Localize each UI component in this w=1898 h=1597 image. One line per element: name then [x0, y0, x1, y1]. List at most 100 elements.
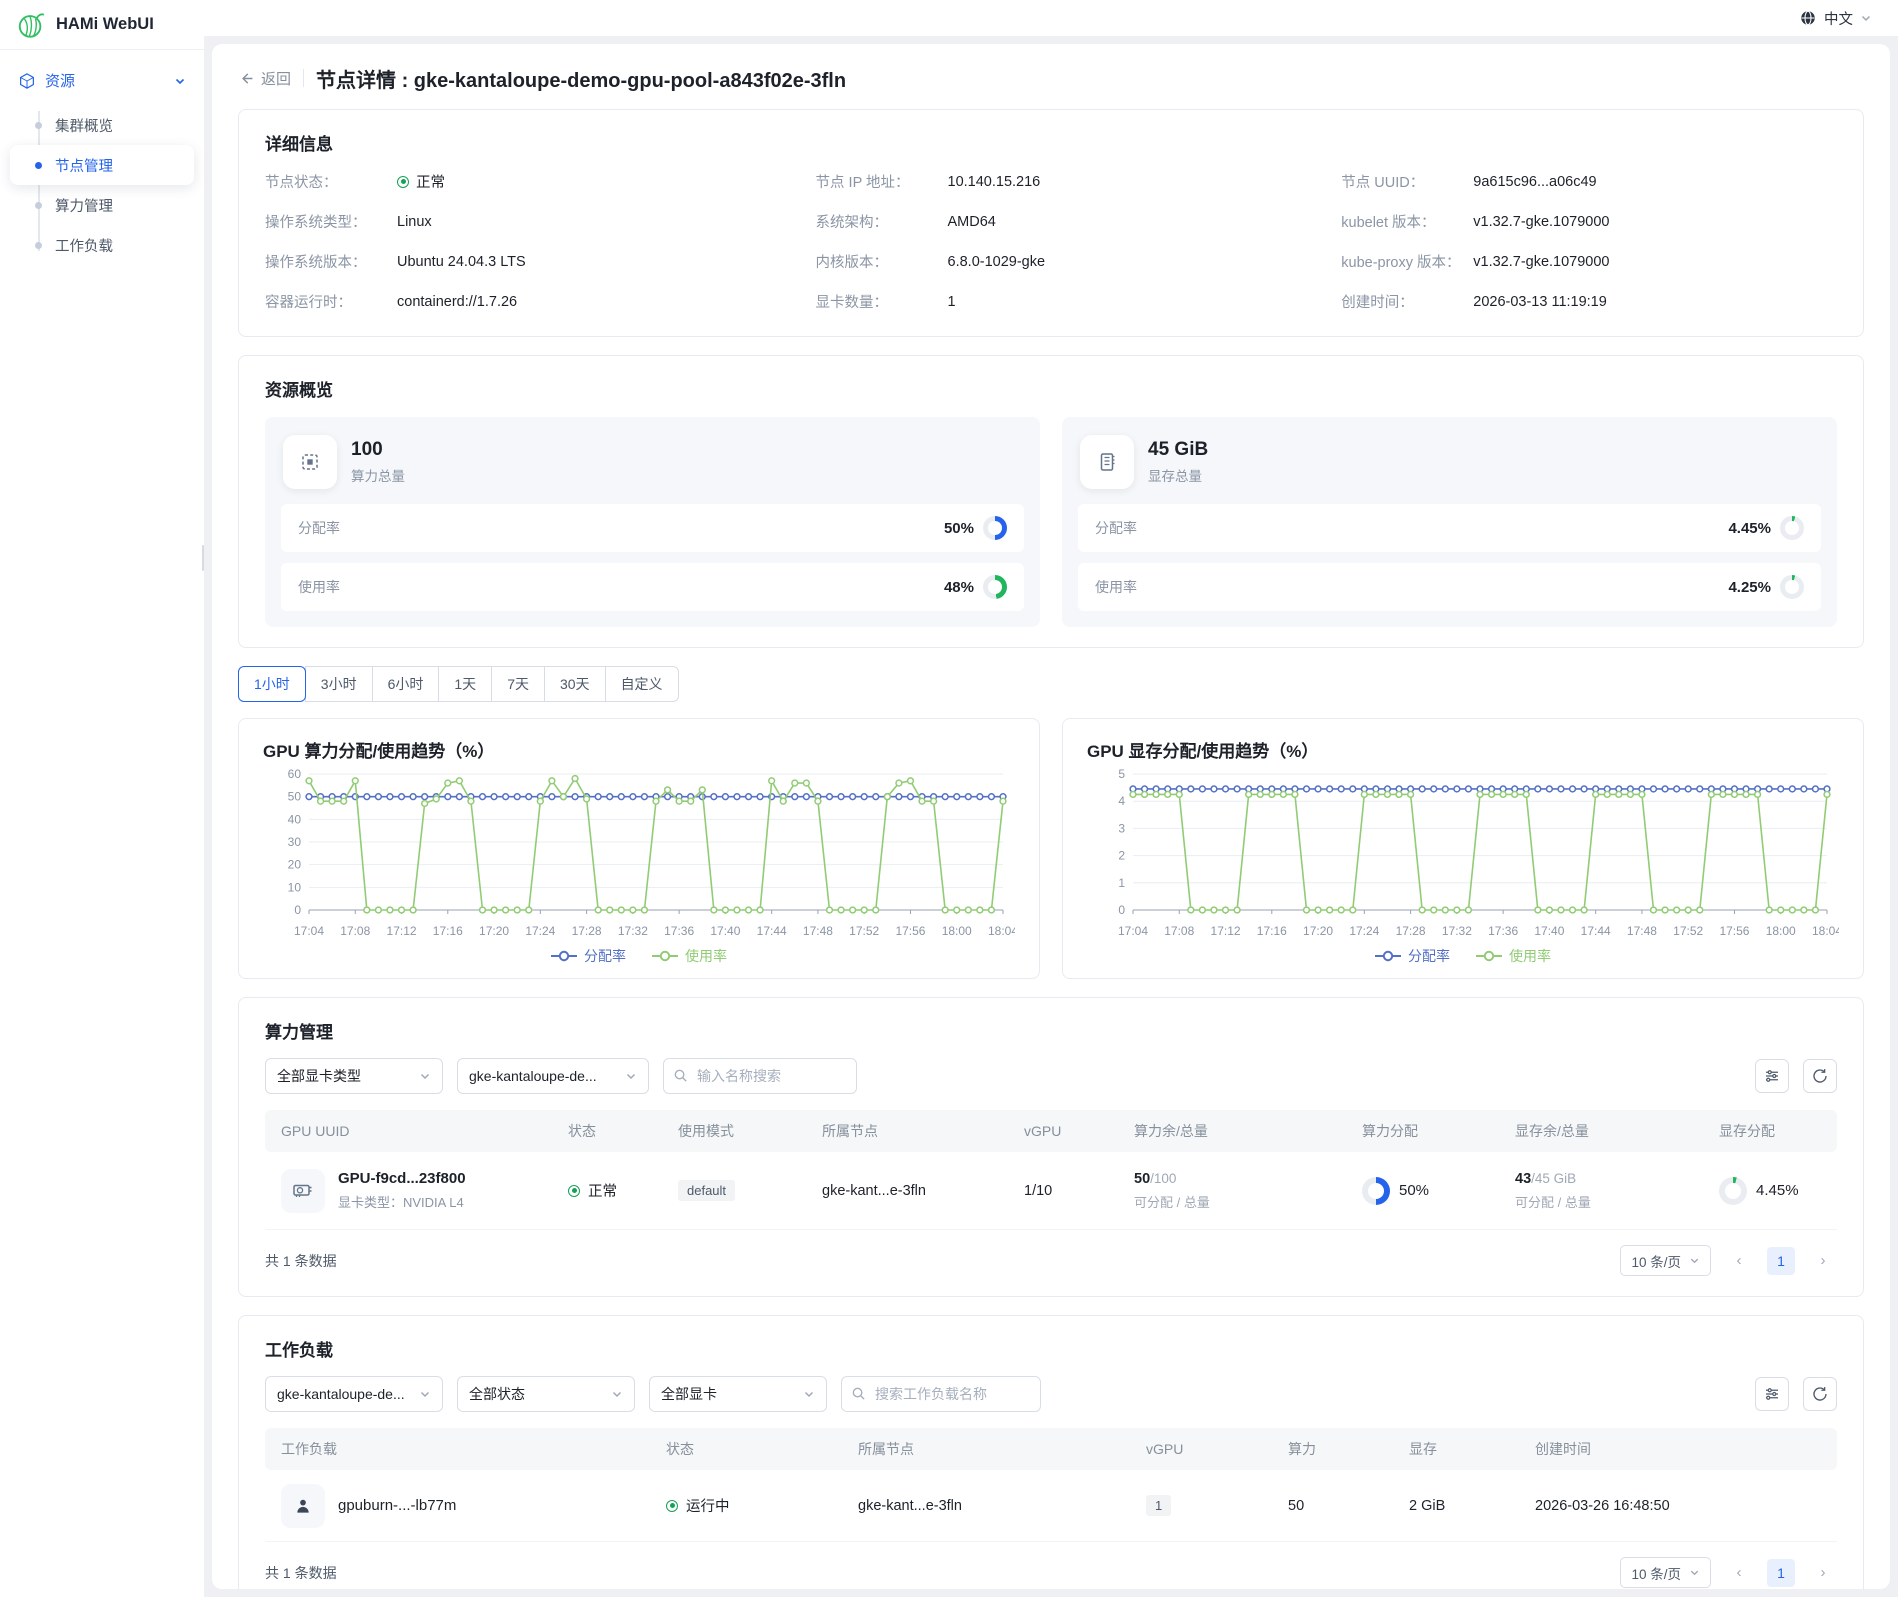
svg-text:17:28: 17:28 [1396, 924, 1426, 938]
tab-6h[interactable]: 6小时 [372, 666, 440, 702]
compute-trend-chart[interactable]: 010203040506017:0417:0817:1217:1617:2017… [263, 762, 1015, 944]
page-size-select[interactable]: 10 条/页 [1620, 1557, 1711, 1588]
tab-7d[interactable]: 7天 [491, 666, 545, 702]
workload-name-link[interactable]: gpuburn-...-lb77m [338, 1497, 456, 1514]
next-page-button[interactable]: › [1809, 1559, 1837, 1587]
tab-1h[interactable]: 1小时 [238, 666, 306, 702]
svg-text:30: 30 [288, 835, 302, 849]
sidebar-section-resources[interactable]: 资源 [10, 62, 194, 105]
core-alloc: 50% [1362, 1177, 1515, 1205]
gpu-vgpu: 1/10 [1024, 1183, 1134, 1199]
page-1-button[interactable]: 1 [1767, 1247, 1795, 1275]
workload-status-select[interactable]: 全部状态 [457, 1376, 635, 1412]
sidebar-item-node-management[interactable]: 节点管理 [10, 145, 194, 185]
compute-usage-row: 使用率 48% [281, 563, 1024, 611]
compute-management-card: 算力管理 全部显卡类型 gke-kantaloupe-de... [238, 997, 1864, 1297]
time-range-tabs: 1小时 3小时 6小时 1天 7天 30天 自定义 [238, 666, 679, 702]
sidebar-resize-handle[interactable] [202, 545, 204, 571]
workload-vgpu-tag: 1 [1146, 1495, 1171, 1516]
tab-1d[interactable]: 1天 [438, 666, 492, 702]
divider [303, 69, 304, 87]
next-page-button[interactable]: › [1809, 1247, 1837, 1275]
column-settings-button[interactable] [1755, 1377, 1789, 1411]
svg-text:2: 2 [1118, 849, 1125, 863]
bullet-dot-icon [35, 202, 42, 209]
usage-donut [1780, 575, 1804, 599]
detail-created-at: 创建时间： 2026-03-13 11:19:19 [1341, 291, 1837, 312]
detail-kernel-version: 内核版本： 6.8.0-1029-gke [816, 251, 1312, 272]
page-title: 节点详情 : gke-kantaloupe-demo-gpu-pool-a843… [316, 64, 846, 93]
page-1-button[interactable]: 1 [1767, 1559, 1795, 1587]
legend-usage[interactable]: 使用率 [652, 946, 727, 966]
workload-gpu-select[interactable]: 全部显卡 [649, 1376, 827, 1412]
svg-text:17:28: 17:28 [572, 924, 602, 938]
detail-kubeproxy-version: kube-proxy 版本： v1.32.7-gke.1079000 [1341, 251, 1837, 272]
svg-text:17:16: 17:16 [1257, 924, 1287, 938]
tab-30d[interactable]: 30天 [544, 666, 606, 702]
prev-page-button[interactable]: ‹ [1725, 1559, 1753, 1587]
language-switcher[interactable]: 中文 [1799, 8, 1872, 29]
sidebar-item-workloads[interactable]: 工作负载 [10, 225, 194, 265]
mem-alloc-donut [1719, 1177, 1747, 1205]
workload-created: 2026-03-26 16:48:50 [1535, 1498, 1821, 1514]
refresh-button[interactable] [1803, 1059, 1837, 1093]
legend-usage[interactable]: 使用率 [1476, 946, 1551, 966]
details-grid: 节点状态： 正常 节点 IP 地址： 10.140.15.216 节点 UUID… [265, 171, 1837, 312]
overview-title: 资源概览 [265, 376, 1837, 401]
details-title: 详细信息 [265, 130, 1837, 155]
app-title: HAMi WebUI [56, 15, 154, 34]
svg-text:17:52: 17:52 [1673, 924, 1703, 938]
column-settings-button[interactable] [1755, 1059, 1789, 1093]
svg-text:17:20: 17:20 [479, 924, 509, 938]
detail-kubelet-version: kubelet 版本： v1.32.7-gke.1079000 [1341, 211, 1837, 232]
compute-trend-chart-card: GPU 算力分配/使用趋势（%） 010203040506017:0417:08… [238, 718, 1040, 979]
watermelon-logo-icon [16, 10, 46, 40]
svg-text:17:24: 17:24 [525, 924, 555, 938]
node-select[interactable]: gke-kantaloupe-de... [457, 1058, 649, 1094]
gpu-chip-icon [283, 435, 337, 489]
svg-text:0: 0 [1118, 903, 1125, 917]
refresh-button[interactable] [1803, 1377, 1837, 1411]
gpu-card-icon [281, 1169, 325, 1213]
tab-custom[interactable]: 自定义 [605, 666, 679, 702]
prev-page-button[interactable]: ‹ [1725, 1247, 1753, 1275]
legend-alloc[interactable]: 分配率 [1375, 946, 1450, 966]
gpu-search-input[interactable] [663, 1058, 857, 1094]
sidebar-item-label: 节点管理 [55, 155, 113, 176]
language-label: 中文 [1824, 8, 1853, 29]
gpu-type-select[interactable]: 全部显卡类型 [265, 1058, 443, 1094]
detail-os-type: 操作系统类型： Linux [265, 211, 786, 232]
workload-status: 运行中 [666, 1495, 858, 1516]
workload-search-input[interactable] [841, 1376, 1041, 1412]
chevron-down-icon [419, 1070, 431, 1082]
gpu-pagination: 10 条/页 ‹ 1 › [1620, 1245, 1837, 1276]
page-size-select[interactable]: 10 条/页 [1620, 1245, 1711, 1276]
svg-text:17:44: 17:44 [1581, 924, 1611, 938]
sidebar-item-cluster-overview[interactable]: 集群概览 [10, 105, 194, 145]
svg-text:20: 20 [288, 858, 302, 872]
svg-text:18:04: 18:04 [988, 924, 1015, 938]
detail-container-runtime: 容器运行时： containerd://1.7.26 [265, 291, 786, 312]
workload-node-select[interactable]: gke-kantaloupe-de... [265, 1376, 443, 1412]
memory-trend-chart[interactable]: 01234517:0417:0817:1217:1617:2017:2417:2… [1087, 762, 1839, 944]
sidebar-item-label: 集群概览 [55, 115, 113, 136]
chevron-down-icon [625, 1070, 637, 1082]
line-marker-icon [1375, 950, 1401, 962]
tab-3h[interactable]: 3小时 [305, 666, 373, 702]
chevron-down-icon [803, 1388, 815, 1400]
workload-section-title: 工作负载 [265, 1336, 1837, 1361]
svg-text:4: 4 [1118, 794, 1125, 808]
globe-icon [1799, 9, 1817, 27]
svg-text:17:40: 17:40 [1534, 924, 1564, 938]
legend-alloc[interactable]: 分配率 [551, 946, 626, 966]
chart-legend: 分配率 使用率 [1087, 946, 1839, 966]
back-button[interactable]: 返回 [238, 68, 291, 89]
workload-row-count: 共 1 条数据 [265, 1563, 337, 1583]
gpu-status: 正常 [568, 1180, 678, 1201]
gpu-name-link[interactable]: GPU-f9cd...23f800 [338, 1170, 466, 1187]
workload-table-row: gpuburn-...-lb77m 运行中 gke-kant...e-3fln … [265, 1470, 1837, 1542]
sliders-icon [1763, 1067, 1781, 1085]
memory-total-card: 45 GiB 显存总量 分配率 4.45% 使用率 4.25% [1062, 417, 1837, 627]
chevron-down-icon [419, 1388, 431, 1400]
sidebar-item-compute-management[interactable]: 算力管理 [10, 185, 194, 225]
